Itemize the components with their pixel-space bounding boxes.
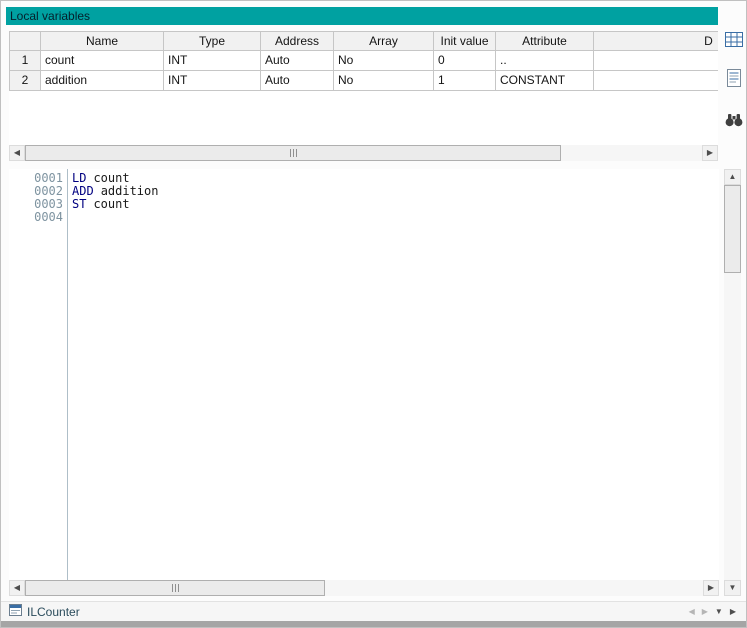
cell-init-value[interactable]: 1 [434, 71, 496, 91]
gutter-separator [67, 169, 68, 580]
cell-name[interactable]: count [41, 51, 164, 71]
il-operand: addition [94, 184, 159, 198]
cell-address[interactable]: Auto [261, 51, 334, 71]
code-area[interactable]: 0001 LDcount 0002 ADDaddition 0003 STcou… [9, 169, 719, 580]
hscroll-thumb[interactable] [25, 145, 561, 161]
code-text [63, 211, 72, 224]
local-variables-window: Local variables Name Type Address Array … [0, 0, 747, 628]
il-code-editor: 0001 LDcount 0002 ADDaddition 0003 STcou… [9, 169, 719, 596]
binoculars-find-icon [725, 113, 743, 130]
table-header-row: Name Type Address Array Init value Attri… [9, 31, 718, 51]
document-list-icon [727, 69, 741, 90]
scroll-left-button[interactable]: ◀ [9, 580, 25, 596]
thumb-grip [178, 584, 179, 592]
table-row[interactable]: 1 count INT Auto No 0 .. [9, 51, 718, 71]
variable-table: Name Type Address Array Init value Attri… [9, 31, 718, 91]
tab-last-button[interactable]: ▶ [730, 608, 736, 616]
code-text: STcount [63, 198, 130, 211]
row-number-cell[interactable]: 1 [9, 51, 41, 71]
scroll-left-icon: ◀ [14, 149, 20, 157]
editor-vscrollbar[interactable]: ▲ ▼ [724, 169, 741, 596]
cell-address[interactable]: Auto [261, 71, 334, 91]
col-header-d[interactable]: D [594, 31, 718, 51]
il-keyword: LD [72, 171, 86, 185]
col-header-address[interactable]: Address [261, 31, 334, 51]
document-list-button[interactable] [722, 67, 746, 91]
col-header-type[interactable]: Type [164, 31, 261, 51]
hscroll-thumb[interactable] [25, 580, 325, 596]
window-bottom-edge [1, 621, 746, 627]
tab-ilcounter[interactable]: ILCounter [1, 602, 88, 621]
vscroll-track[interactable] [724, 185, 741, 580]
cell-name[interactable]: addition [41, 71, 164, 91]
cell-extra[interactable] [594, 51, 718, 71]
variable-table-panel: Name Type Address Array Init value Attri… [9, 31, 718, 161]
table-view-button[interactable] [722, 29, 746, 53]
il-operand: count [86, 171, 129, 185]
find-button[interactable] [722, 109, 746, 133]
thumb-grip [296, 149, 297, 157]
scroll-up-button[interactable]: ▲ [724, 169, 741, 185]
code-line[interactable]: 0004 [9, 211, 158, 224]
cell-init-value[interactable]: 0 [434, 51, 496, 71]
table-row[interactable]: 2 addition INT Auto No 1 CONSTANT [9, 71, 718, 91]
tab-menu-button[interactable]: ▼ [715, 608, 723, 616]
cell-type[interactable]: INT [164, 51, 261, 71]
scroll-right-icon: ▶ [708, 584, 714, 592]
thumb-grip [293, 149, 294, 157]
scroll-down-icon: ▼ [729, 584, 737, 592]
scroll-up-icon: ▲ [729, 173, 737, 181]
scroll-left-button[interactable]: ◀ [9, 145, 25, 161]
variable-table-hscrollbar[interactable]: ◀ ▶ [9, 145, 718, 161]
il-operand: count [86, 197, 129, 211]
tab-navigation: ◀ ▶ ▼ ▶ [689, 608, 746, 616]
col-header-array[interactable]: Array [334, 31, 434, 51]
cell-attribute[interactable]: .. [496, 51, 594, 71]
tab-next-button[interactable]: ▶ [702, 608, 708, 616]
editor-hscrollbar[interactable]: ◀ ▶ [9, 580, 719, 596]
bottom-tab-bar: ILCounter ◀ ▶ ▼ ▶ [1, 601, 746, 621]
thumb-grip [172, 584, 173, 592]
panel-titlebar[interactable]: Local variables [6, 7, 718, 25]
scroll-left-icon: ◀ [14, 584, 20, 592]
line-number: 0004 [9, 211, 63, 224]
cell-array[interactable]: No [334, 51, 434, 71]
hscroll-track[interactable] [25, 580, 703, 596]
scroll-right-icon: ▶ [707, 149, 713, 157]
thumb-grip [175, 584, 176, 592]
tab-prev-button[interactable]: ◀ [689, 608, 695, 616]
variable-table-viewport: Name Type Address Array Init value Attri… [9, 31, 718, 144]
il-keyword: ADD [72, 184, 94, 198]
scroll-down-button[interactable]: ▼ [724, 580, 741, 596]
cell-type[interactable]: INT [164, 71, 261, 91]
row-number-cell[interactable]: 2 [9, 71, 41, 91]
cell-extra[interactable] [594, 71, 718, 91]
il-program-icon [9, 603, 22, 621]
col-header-name[interactable]: Name [41, 31, 164, 51]
col-header-attribute[interactable]: Attribute [496, 31, 594, 51]
scroll-right-button[interactable]: ▶ [702, 145, 718, 161]
tab-label: ILCounter [27, 605, 80, 619]
vscroll-thumb[interactable] [724, 185, 741, 273]
il-keyword: ST [72, 197, 86, 211]
table-corner-cell[interactable] [9, 31, 41, 51]
thumb-grip [290, 149, 291, 157]
code-line[interactable]: 0003 STcount [9, 198, 158, 211]
table-grid-icon [725, 32, 743, 50]
cell-array[interactable]: No [334, 71, 434, 91]
panel-title: Local variables [10, 9, 90, 23]
code-content: 0001 LDcount 0002 ADDaddition 0003 STcou… [9, 172, 158, 224]
cell-attribute[interactable]: CONSTANT [496, 71, 594, 91]
hscroll-track[interactable] [25, 145, 702, 161]
col-header-init-value[interactable]: Init value [434, 31, 496, 51]
scroll-right-button[interactable]: ▶ [703, 580, 719, 596]
